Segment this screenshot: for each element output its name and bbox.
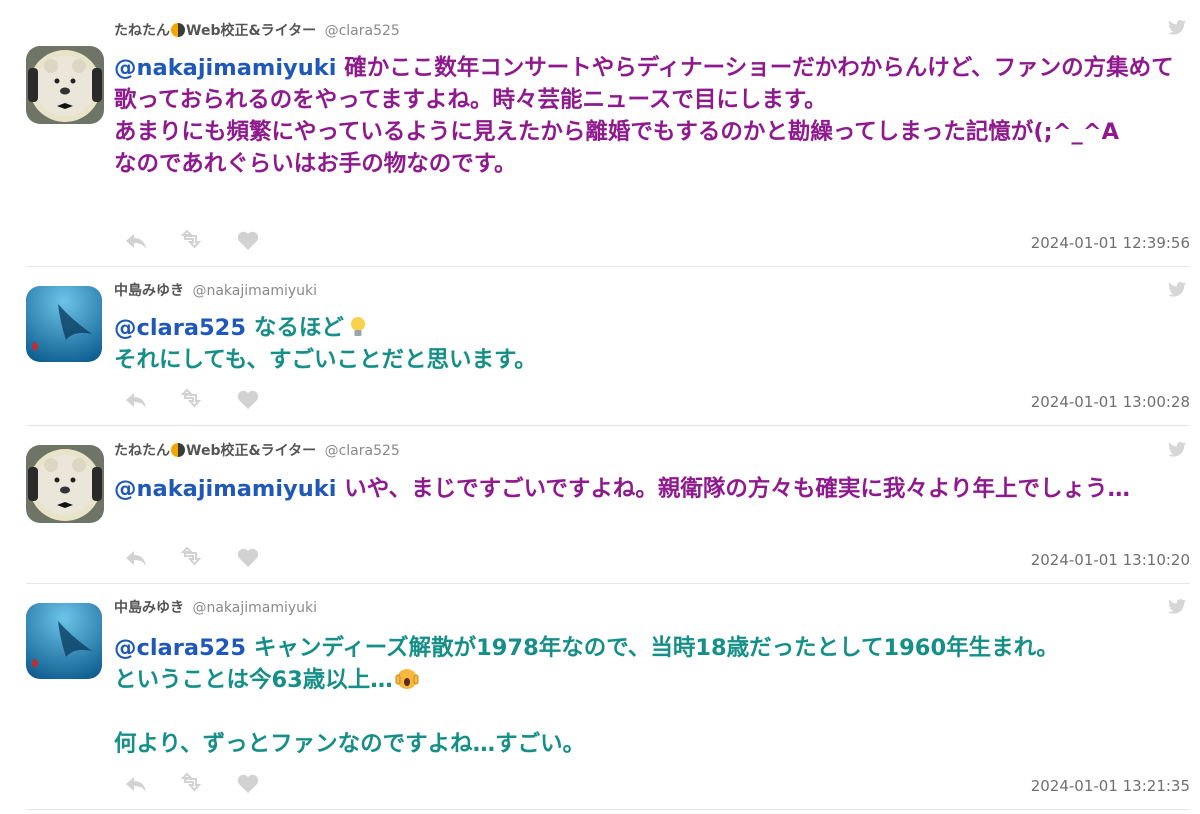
author-name[interactable]: たねたん Web校正&ライター <box>114 443 316 459</box>
avatar-bear[interactable] <box>26 46 104 124</box>
like-icon[interactable] <box>236 773 260 795</box>
tweet-timestamp[interactable]: 2024-01-01 13:00:28 <box>1031 393 1190 411</box>
tweet-timestamp[interactable]: 2024-01-01 13:10:20 <box>1031 551 1190 569</box>
bear-avatar-image <box>26 46 104 124</box>
tweet-timestamp[interactable]: 2024-01-01 13:21:35 <box>1031 777 1190 795</box>
author-handle[interactable]: @clara525 <box>325 443 400 459</box>
tweet-text-content: なるほど <box>245 315 344 341</box>
like-icon[interactable] <box>236 389 260 411</box>
retweet-icon[interactable] <box>180 229 204 252</box>
tweet-text: @clara525 キャンディーズ解散が1978年なので、当時18歳だったとして… <box>114 632 1190 760</box>
retweet-icon[interactable] <box>180 772 204 795</box>
tweet-divider <box>26 809 1190 810</box>
author-name[interactable]: 中島みゆき <box>114 600 184 616</box>
tweet-header: たねたん Web校正&ライター @clara525 <box>114 21 400 41</box>
like-icon[interactable] <box>236 547 260 569</box>
tweet-item: たねたん Web校正&ライター @clara525 @nakajimamiyuki… <box>26 425 1190 584</box>
tweet-text-content: いや、まじですごいですよね。親衛隊の方々も確実に我々より年上でしょう… <box>336 476 1130 502</box>
screaming-face-emoji-icon <box>395 667 419 691</box>
avatar-bear[interactable] <box>26 445 104 523</box>
tweet-item: 中島みゆき @nakajimamiyuki @clara525 なるほど それに… <box>26 266 1190 426</box>
author-name[interactable]: 中島みゆき <box>114 283 184 299</box>
retweet-icon[interactable] <box>180 388 204 411</box>
twitter-bird-icon[interactable] <box>1168 282 1186 301</box>
author-name-suffix: Web校正&ライター <box>186 23 317 39</box>
twitter-bird-icon[interactable] <box>1168 599 1186 618</box>
bear-avatar-image <box>26 445 104 523</box>
tweet-text-line3: 何より、ずっとファンなのですよね…すごい。 <box>114 731 586 757</box>
like-icon[interactable] <box>236 230 260 252</box>
manta-avatar-image <box>26 603 102 679</box>
tweet-text: @nakajimamiyuki 確かここ数年コンサートやらディナーショーだかわか… <box>114 52 1190 180</box>
author-name-prefix: たねたん <box>114 23 170 39</box>
tweet-timeline: たねたん Web校正&ライター @clara525 @nakajimamiyuki… <box>0 0 1200 814</box>
tweet-text: @nakajimamiyuki いや、まじですごいですよね。親衛隊の方々も確実に… <box>114 473 1190 505</box>
avatar-manta[interactable] <box>26 286 102 362</box>
author-name-prefix: たねたん <box>114 443 170 459</box>
tweet-text-line2: それにしても、すごいことだと思います。 <box>114 347 537 373</box>
half-moon-icon <box>171 23 185 37</box>
author-name-suffix: Web校正&ライター <box>186 443 317 459</box>
avatar-manta[interactable] <box>26 603 102 679</box>
mention-link[interactable]: @clara525 <box>114 315 246 341</box>
author-name[interactable]: たねたん Web校正&ライター <box>114 23 316 39</box>
tweet-text: @clara525 なるほど それにしても、すごいことだと思います。 <box>114 312 1190 376</box>
tweet-header: 中島みゆき @nakajimamiyuki <box>114 598 317 618</box>
reply-icon[interactable] <box>124 547 148 569</box>
tweet-header: 中島みゆき @nakajimamiyuki <box>114 281 317 301</box>
tweet-text-content: キャンディーズ解散が1978年なので、当時18歳だったとして1960年生まれ。 <box>245 635 1059 661</box>
mention-link[interactable]: @nakajimamiyuki <box>114 476 336 502</box>
author-handle[interactable]: @clara525 <box>325 23 400 39</box>
tweet-item: たねたん Web校正&ライター @clara525 @nakajimamiyuki… <box>26 20 1190 267</box>
twitter-bird-icon[interactable] <box>1168 442 1186 461</box>
reply-icon[interactable] <box>124 389 148 411</box>
lightbulb-emoji-icon <box>346 315 370 339</box>
mention-link[interactable]: @clara525 <box>114 635 246 661</box>
retweet-icon[interactable] <box>180 546 204 569</box>
reply-icon[interactable] <box>124 230 148 252</box>
manta-avatar-image <box>26 286 102 362</box>
half-moon-icon <box>171 443 185 457</box>
tweet-header: たねたん Web校正&ライター @clara525 <box>114 441 400 461</box>
tweet-item: 中島みゆき @nakajimamiyuki @clara525 キャンディーズ解… <box>26 584 1190 810</box>
reply-icon[interactable] <box>124 773 148 795</box>
author-handle[interactable]: @nakajimamiyuki <box>192 283 317 299</box>
twitter-bird-icon[interactable] <box>1168 20 1186 39</box>
mention-link[interactable]: @nakajimamiyuki <box>114 55 336 81</box>
tweet-text-line2: ということは今63歳以上… <box>114 667 393 693</box>
tweet-timestamp[interactable]: 2024-01-01 12:39:56 <box>1031 234 1190 252</box>
author-handle[interactable]: @nakajimamiyuki <box>192 600 317 616</box>
